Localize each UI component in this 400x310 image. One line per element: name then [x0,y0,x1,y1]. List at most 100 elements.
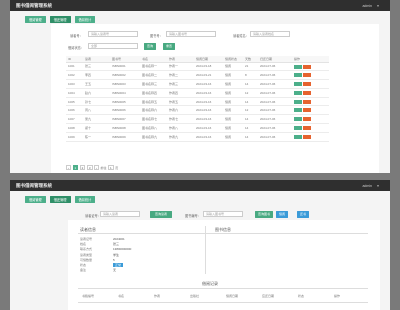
cell-reader: 孙七 [83,97,110,107]
query-reader-button[interactable]: 查询读者 [150,211,172,218]
chevron-down-icon[interactable]: ▾ [376,4,380,8]
cell-title: 图书名称一 [140,62,167,72]
reader-label: 读者号： [70,34,83,38]
reset-button[interactable]: 重置 [163,43,175,50]
cell-return-date: 2024-07-06 [258,70,292,81]
delete-button[interactable] [303,126,311,131]
cell-borrow-date: 2024-03-18 [194,62,223,72]
records-col-header: 操作 [334,294,341,298]
book-no-input[interactable]: 请输入图书号 [203,211,243,217]
records-col-header: 状态 [298,294,305,298]
page-1-button[interactable]: 1 [72,165,79,170]
user-name-2[interactable]: admin [362,184,372,188]
tab-return[interactable]: 借还管理 [49,15,71,23]
cell-author: 作者五 [167,97,194,107]
query-book-button[interactable]: 查询图书 [255,211,273,218]
cell-title: 图书名称七 [140,114,167,125]
reader-field-value: 无 [113,268,117,273]
goto-page-input[interactable]: 1 [108,165,114,170]
edit-button[interactable] [294,99,302,104]
chevron-down-icon[interactable]: ▾ [376,184,380,188]
records-col-header: 书籍编号 [82,294,95,298]
book-input[interactable]: 请输入图书号 [166,31,216,37]
tab-stats-2[interactable]: 借阅统计 [74,195,96,203]
tab-borrow[interactable]: 借阅管理 [25,15,46,23]
cell-isbn: ISBN0003 [110,79,140,89]
table-row: 1005 孙七 ISBN0005 图书名称五 作者五 2024-03-16 借阅 14 2024… [66,97,329,107]
delete-button[interactable] [303,90,311,95]
delete-button[interactable] [303,134,311,139]
cell-reader: 吴九 [83,114,110,125]
delete-button[interactable] [303,64,311,69]
borrow-button[interactable]: 借阅 [276,211,288,218]
cell-status: 借阅 [223,88,243,98]
cell-return-date: 2024-07-06 [258,79,292,89]
app-title-2: 图书借阅管理系统 [16,182,52,188]
cell-return-date: 2024-07-06 [258,105,292,116]
reader-input[interactable]: 请输入读者号 [88,31,138,37]
reader-card-input[interactable]: 请输入读者 [100,211,140,217]
delete-button[interactable] [303,117,311,122]
cell-id: 1002 [66,70,83,81]
cell-actions [292,97,329,107]
edit-button[interactable] [294,134,302,139]
cell-status: 借阅 [223,105,243,116]
edit-button[interactable] [294,82,302,87]
tab-return-2[interactable]: 借还管理 [49,195,71,203]
page-2-button[interactable]: 2 [79,165,86,170]
cell-isbn: ISBN0005 [110,97,140,107]
cell-borrow-date: 2024-03-16 [194,88,223,98]
reader-field-value: 学生 [113,252,120,257]
edit-button[interactable] [294,117,302,122]
cell-id: 1004 [66,88,83,98]
return-book-button[interactable]: 还书 [297,211,309,218]
delete-button[interactable] [303,99,311,104]
cell-return-date: 2024-07-06 [258,132,292,142]
cell-actions [292,132,329,142]
table-row: 1009 陈一 ISBN0009 图书名称九 作者九 2024-03-16 借阅 14 2024… [66,132,329,142]
reader-field-label: 读者类型 [80,252,93,257]
cell-borrow-date: 2024-03-16 [194,114,223,125]
delete-button[interactable] [303,82,311,87]
reader-name-input[interactable]: 请输入读者姓名 [250,31,290,37]
cell-status: 借阅 [223,97,243,107]
top-bar-2: 图书借阅管理系统 admin ▾ [10,180,390,191]
cell-title: 图书名称六 [140,105,167,116]
edit-button[interactable] [294,108,302,113]
edit-button[interactable] [294,90,302,95]
cell-id: 1003 [66,79,83,89]
cell-author: 作者九 [167,132,194,142]
reader-field-value: 13800000000 [113,247,132,252]
cell-title: 图书名称四 [140,88,167,98]
prev-page-button[interactable]: ‹ [66,165,71,170]
cell-isbn: ISBN0006 [110,105,140,116]
reader-field-label: 姓名 [80,242,87,247]
pagination: ‹ 1 2 3 › 前往 1 页 [66,165,118,170]
user-name[interactable]: admin [362,4,372,8]
cell-title: 图书名称五 [140,97,167,107]
records-col-header: 借阅日期 [226,294,239,298]
tab-borrow-2[interactable]: 借阅管理 [25,195,46,203]
cell-days: 8 [243,70,258,81]
page-3-button[interactable]: 3 [86,165,93,170]
edit-button[interactable] [294,73,302,78]
book-label: 图书号： [150,34,163,38]
records-col-header: 出版社 [190,294,200,298]
next-page-button[interactable]: › [94,165,100,170]
top-bar: 图书借阅管理系统 admin ▾ [10,0,390,11]
tab-stats[interactable]: 借阅统计 [74,15,96,23]
cell-status: 借阅 [223,70,243,81]
edit-button[interactable] [294,126,302,131]
reader-field-value: 2024001 [113,237,125,241]
delete-button[interactable] [303,73,311,78]
cell-isbn: ISBN0009 [110,132,140,142]
status-select[interactable]: 全部 [88,43,138,49]
edit-button[interactable] [294,64,302,69]
cell-status: 借阅 [223,114,243,125]
cell-author: 作者六 [167,105,194,116]
divider [78,233,368,234]
cell-reader: 周八 [83,105,110,116]
search-button[interactable]: 查询 [144,43,156,50]
delete-button[interactable] [303,108,311,113]
cell-isbn: ISBN0008 [110,123,140,133]
